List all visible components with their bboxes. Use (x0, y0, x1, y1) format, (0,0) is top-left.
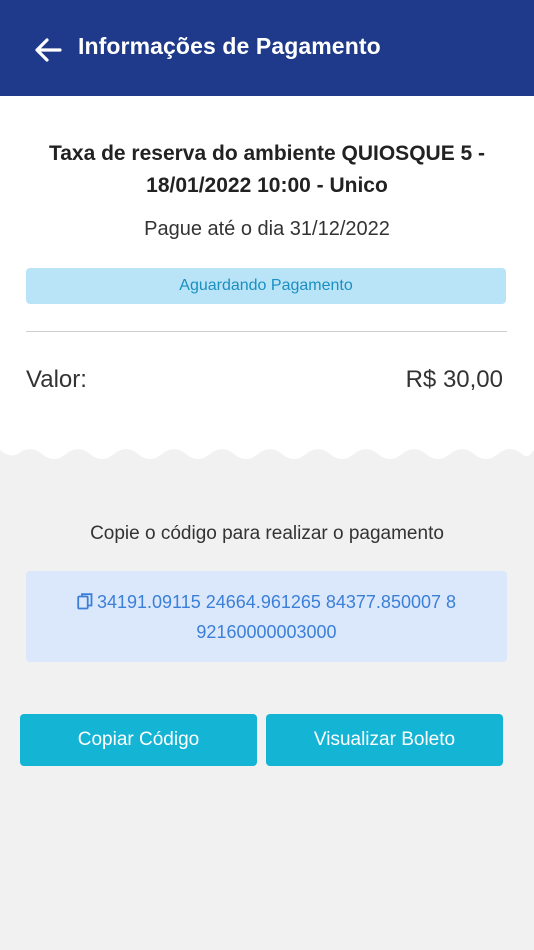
card-wave-edge (0, 436, 534, 476)
view-boleto-button[interactable]: Visualizar Boleto (266, 714, 503, 766)
due-date: Pague até o dia 31/12/2022 (144, 218, 390, 240)
copy-instruction: Copie o código para realizar o pagamento (90, 523, 444, 544)
value-label: Valor: (26, 366, 87, 393)
back-button[interactable] (30, 32, 66, 68)
divider (26, 331, 507, 332)
app-bar: Informações de Pagamento (0, 0, 534, 96)
status-badge: Aguardando Pagamento (26, 268, 506, 304)
barcode-box[interactable]: 34191.09115 24664.961265 84377.850007 8 … (26, 571, 507, 662)
charge-title: Taxa de reserva do ambiente QUIOSQUE 5 -… (48, 142, 486, 197)
value-amount: R$ 30,00 (405, 366, 503, 393)
arrow-left-icon (35, 38, 62, 62)
copy-icon (77, 592, 93, 609)
copy-code-button[interactable]: Copiar Código (20, 714, 257, 766)
page-title: Informações de Pagamento (78, 33, 381, 59)
barcode-text-wrapper: 34191.09115 24664.961265 84377.850007 8 … (50, 587, 483, 647)
barcode-text: 34191.09115 24664.961265 84377.850007 8 … (96, 591, 457, 642)
